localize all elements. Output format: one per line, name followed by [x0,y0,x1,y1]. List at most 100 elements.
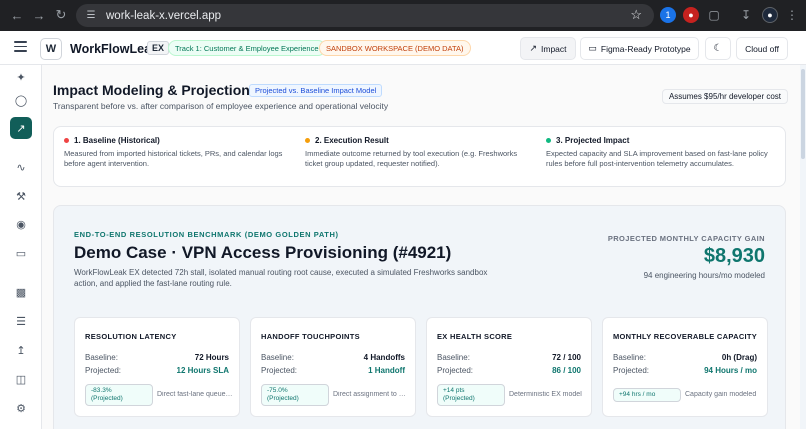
metric-card-capacity: MONTHLY RECOVERABLE CAPACITY Baseline: 0h… [602,317,768,417]
chip-line: -75.0% [267,387,288,394]
projected-label: Projected: [437,366,474,375]
chip-line: +94 hrs / mo [619,391,656,398]
upload-icon[interactable]: ↥ [11,340,31,360]
legend-baseline: 1. Baseline (Historical) Measured from i… [64,136,294,169]
baseline-label: Baseline: [613,353,646,362]
benchmark-panel: END-TO-END RESOLUTION BENCHMARK (DEMO GO… [53,205,786,429]
browser-toolbar: ← → ↻ ☰ work-leak-x.vercel.app ☆ 1 ● ▢ ↧… [0,0,806,31]
chip-line: (Projected) [91,395,123,402]
sparkle-icon[interactable]: ✦ [11,67,31,87]
star-icon[interactable]: ☆ [630,7,642,23]
sandbox-pill: SANDBOX WORKSPACE (DEMO DATA) [319,40,471,56]
checklist-icon[interactable]: ☰ [11,311,31,331]
chip-line: +14 pts [443,387,465,394]
projected-label: Projected: [613,366,650,375]
hamburger-icon[interactable] [14,41,27,52]
baseline-value: 72 Hours [194,353,229,362]
chip-line: (Projected) [443,395,475,402]
scrollbar[interactable] [800,65,806,429]
card-title: HANDOFF TOUCHPOINTS [261,332,360,341]
cloud-off-button[interactable]: Cloud off [736,37,788,60]
legend-title: 3. Projected Impact [556,136,630,145]
site-info-icon[interactable]: ☰ [84,9,98,23]
profile-avatar[interactable]: ● [762,7,778,23]
baseline-label: Baseline: [261,353,294,362]
scrollbar-thumb[interactable] [801,69,805,159]
card-note: Capacity gain modeled [685,391,757,398]
back-icon[interactable]: ← [6,4,28,26]
menu-icon[interactable]: ⋮ [784,7,800,23]
benchmark-eyebrow: END-TO-END RESOLUTION BENCHMARK (DEMO GO… [74,230,339,239]
reload-icon[interactable]: ↻ [50,4,72,26]
moon-icon: ☾ [713,43,723,54]
url-text[interactable]: work-leak-x.vercel.app [106,10,221,22]
globe-icon[interactable]: ◉ [11,214,31,234]
figma-prototype-button[interactable]: ▭ Figma-Ready Prototype [580,37,699,60]
legend-panel: 1. Baseline (Historical) Measured from i… [53,126,786,187]
delta-chip: +94 hrs / mo [613,388,681,402]
chip-line: -83.3% [91,387,112,394]
projected-value: 94 Hours / mo [704,366,757,375]
model-badge: Projected vs. Baseline Impact Model [249,84,383,97]
page-title: Impact Modeling & Projection [53,82,250,98]
projected-value: 12 Hours SLA [176,366,229,375]
trend-icon[interactable]: ↗ [10,117,32,139]
trend-icon: ↗ [529,43,538,53]
legend-desc: Expected capacity and SLA improvement ba… [546,149,768,168]
projected-value: 86 / 100 [552,366,581,375]
wrench-icon[interactable]: ⚒ [11,186,31,206]
legend-title: 2. Execution Result [315,136,389,145]
impact-button[interactable]: ↗ Impact [520,37,576,60]
page-subtitle: Transparent before vs. after comparison … [53,101,389,111]
baseline-value: 72 / 100 [552,353,581,362]
baseline-value: 4 Handoffs [363,353,405,362]
legend-desc: Immediate outcome returned by tool execu… [305,149,518,168]
amber-dot-icon [305,138,310,143]
legend-execution: 2. Execution Result Immediate outcome re… [305,136,535,169]
metric-card-latency: RESOLUTION LATENCY Baseline: 72 Hours Pro… [74,317,240,417]
shield-icon[interactable]: ◯ [11,90,31,110]
gain-subtext: 94 engineering hours/mo modeled [643,271,765,280]
app-logo: W [40,38,62,60]
bar-chart-icon[interactable]: ▩ [11,282,31,302]
sidebar: ✦ ◯ ↗ ∿ ⚒ ◉ ▭ ▩ ☰ ↥ ◫ ⚙ [0,65,42,429]
download-icon[interactable]: ↧ [738,7,754,23]
gain-label: PROJECTED MONTHLY CAPACITY GAIN [607,234,765,243]
monitor-icon[interactable]: ▭ [11,243,31,263]
benchmark-description: WorkFlowLeak EX detected 72h stall, isol… [74,268,488,288]
activity-icon[interactable]: ∿ [11,157,31,177]
forward-icon[interactable]: → [28,4,50,26]
benchmark-title: Demo Case · VPN Access Provisioning (#49… [74,243,452,262]
baseline-label: Baseline: [437,353,470,362]
extension-2-icon[interactable]: ● [683,7,699,23]
legend-projected: 3. Projected Impact Expected capacity an… [546,136,776,169]
baseline-value: 0h (Drag) [721,353,757,362]
delta-chip: -83.3% (Projected) [85,384,153,406]
database-icon[interactable]: ◫ [11,369,31,389]
card-title: RESOLUTION LATENCY [85,332,177,341]
card-note: Direct fast-lane queue routing [157,391,233,398]
card-note: Direct assignment to owner [333,391,409,398]
metric-card-handoff: HANDOFF TOUCHPOINTS Baseline: 4 Handoffs … [250,317,416,417]
card-note: Deterministic EX model [509,391,582,398]
projected-label: Projected: [261,366,298,375]
delta-chip: -75.0% (Projected) [261,384,329,406]
projected-label: Projected: [85,366,122,375]
metric-card-ex-health: EX HEALTH SCORE Baseline: 72 / 100 Projec… [426,317,592,417]
chip-line: (Projected) [267,395,299,402]
impact-button-label: Impact [541,43,567,54]
settings-icon[interactable]: ⚙ [11,398,31,418]
puzzle-icon[interactable]: ▢ [706,7,722,23]
address-bar[interactable]: ☰ work-leak-x.vercel.app ☆ [76,4,654,27]
figma-button-label: Figma-Ready Prototype [600,43,691,54]
red-dot-icon [64,138,69,143]
green-dot-icon [546,138,551,143]
monitor-icon: ▭ [588,43,597,53]
main-content: Impact Modeling & Projection Projected v… [42,65,806,429]
projected-value: 1 Handoff [368,366,405,375]
card-title: EX HEALTH SCORE [437,332,513,341]
extension-1-icon[interactable]: 1 [660,7,676,23]
card-title: MONTHLY RECOVERABLE CAPACITY [613,332,758,341]
theme-toggle-button[interactable]: ☾ [705,37,731,60]
track-pill: Track 1: Customer & Employee Experience [168,40,326,56]
